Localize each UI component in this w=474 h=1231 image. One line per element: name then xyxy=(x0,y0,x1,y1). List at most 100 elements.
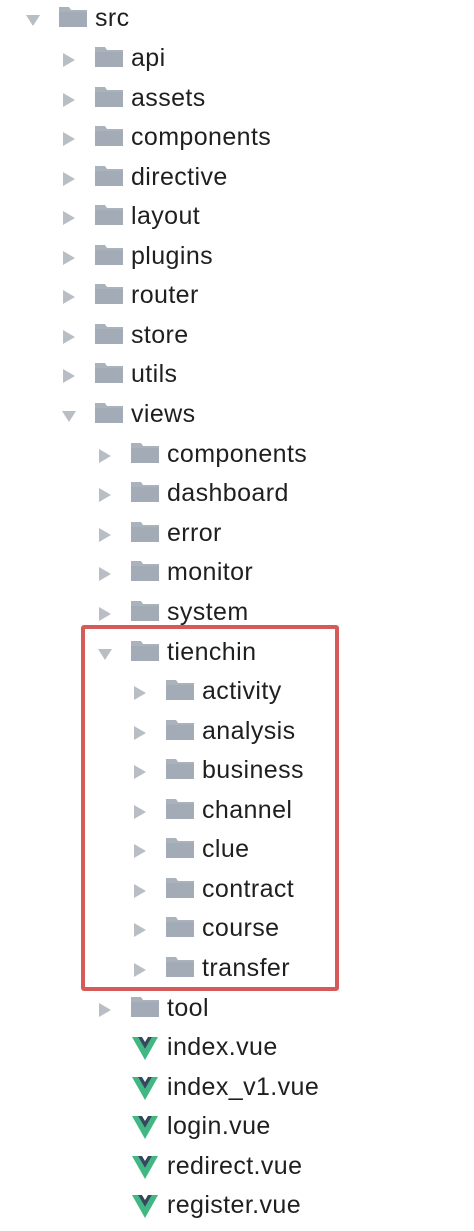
folder-icon xyxy=(94,44,124,68)
tree-item-label: store xyxy=(131,321,189,349)
tree-item-label: business xyxy=(202,756,304,784)
tree-item-dashboard[interactable]: dashboard xyxy=(0,475,474,515)
tree-item-label: tienchin xyxy=(167,638,257,666)
chevron-right-icon[interactable] xyxy=(127,837,153,865)
folder-icon xyxy=(94,281,124,305)
chevron-right-icon[interactable] xyxy=(127,798,153,826)
chevron-right-icon[interactable] xyxy=(127,758,153,786)
vue-file-icon xyxy=(131,1113,159,1141)
folder-icon xyxy=(130,598,160,622)
chevron-right-icon[interactable] xyxy=(56,244,82,272)
chevron-right-icon[interactable] xyxy=(92,442,118,470)
tree-item-label: clue xyxy=(202,835,250,863)
folder-icon xyxy=(130,994,160,1018)
tree-item-label: views xyxy=(131,400,196,428)
folder-icon xyxy=(130,638,160,662)
tree-item-monitor[interactable]: monitor xyxy=(0,554,474,594)
folder-icon xyxy=(130,440,160,464)
tree-item-label: layout xyxy=(131,202,201,230)
chevron-down-icon[interactable] xyxy=(92,640,118,668)
project-file-tree: src api assets components directive layo… xyxy=(0,0,474,1231)
tree-file-redirect-vue[interactable]: redirect.vue xyxy=(0,1148,474,1188)
folder-icon xyxy=(165,796,195,820)
chevron-right-icon[interactable] xyxy=(56,323,82,351)
tree-item-contract[interactable]: contract xyxy=(0,871,474,911)
tree-item-course[interactable]: course xyxy=(0,910,474,950)
tree-item-label: course xyxy=(202,914,280,942)
tree-file-index-vue[interactable]: index.vue xyxy=(0,1029,474,1069)
chevron-right-icon[interactable] xyxy=(127,877,153,905)
chevron-right-icon[interactable] xyxy=(56,283,82,311)
chevron-right-icon[interactable] xyxy=(127,956,153,984)
chevron-right-icon[interactable] xyxy=(56,125,82,153)
chevron-right-icon[interactable] xyxy=(92,560,118,588)
chevron-down-icon[interactable] xyxy=(20,6,46,34)
tree-item-label: monitor xyxy=(167,558,254,586)
tree-item-label: system xyxy=(167,598,249,626)
folder-icon xyxy=(94,360,124,384)
tree-item-tool[interactable]: tool xyxy=(0,990,474,1030)
tree-item-router[interactable]: router xyxy=(0,277,474,317)
tree-item-label: channel xyxy=(202,796,293,824)
chevron-down-icon[interactable] xyxy=(56,402,82,430)
vue-file-icon xyxy=(131,1074,159,1102)
tree-item-plugins[interactable]: plugins xyxy=(0,238,474,278)
folder-icon xyxy=(165,875,195,899)
folder-icon xyxy=(130,558,160,582)
chevron-right-icon[interactable] xyxy=(92,521,118,549)
tree-item-analysis[interactable]: analysis xyxy=(0,713,474,753)
tree-item-store[interactable]: store xyxy=(0,317,474,357)
folder-icon xyxy=(165,914,195,938)
tree-item-label: plugins xyxy=(131,242,214,270)
tree-item-api[interactable]: api xyxy=(0,40,474,80)
vue-file-icon xyxy=(131,1034,159,1062)
tree-item-channel[interactable]: channel xyxy=(0,792,474,832)
tree-item-directive[interactable]: directive xyxy=(0,159,474,199)
tree-item-transfer[interactable]: transfer xyxy=(0,950,474,990)
chevron-right-icon[interactable] xyxy=(127,679,153,707)
tree-item-tienchin[interactable]: tienchin xyxy=(0,634,474,674)
tree-item-label: login.vue xyxy=(167,1112,271,1140)
tree-item-system[interactable]: system xyxy=(0,594,474,634)
chevron-right-icon[interactable] xyxy=(56,46,82,74)
tree-item-label: utils xyxy=(131,360,178,388)
tree-item-utils[interactable]: utils xyxy=(0,356,474,396)
chevron-right-icon[interactable] xyxy=(56,204,82,232)
tree-item-assets[interactable]: assets xyxy=(0,80,474,120)
tree-item-views[interactable]: views xyxy=(0,396,474,436)
tree-item-label: tool xyxy=(167,994,209,1022)
chevron-right-icon[interactable] xyxy=(127,916,153,944)
tree-item-activity[interactable]: activity xyxy=(0,673,474,713)
tree-item-clue[interactable]: clue xyxy=(0,831,474,871)
chevron-right-icon[interactable] xyxy=(56,165,82,193)
tree-item-label: index_v1.vue xyxy=(167,1073,320,1101)
chevron-right-icon[interactable] xyxy=(56,86,82,114)
chevron-right-icon[interactable] xyxy=(56,362,82,390)
tree-file-index-v1-vue[interactable]: index_v1.vue xyxy=(0,1069,474,1109)
tree-item-label: dashboard xyxy=(167,479,289,507)
folder-icon xyxy=(94,163,124,187)
tree-file-login-vue[interactable]: login.vue xyxy=(0,1108,474,1148)
chevron-right-icon[interactable] xyxy=(127,719,153,747)
tree-item-label: directive xyxy=(131,163,228,191)
tree-item-business[interactable]: business xyxy=(0,752,474,792)
tree-item-label: register.vue xyxy=(167,1191,302,1219)
chevron-right-icon[interactable] xyxy=(92,481,118,509)
chevron-right-icon[interactable] xyxy=(92,600,118,628)
tree-item-label: activity xyxy=(202,677,282,705)
tree-file-register-vue[interactable]: register.vue xyxy=(0,1187,474,1227)
folder-icon xyxy=(165,756,195,780)
tree-item-views-components[interactable]: components xyxy=(0,436,474,476)
tree-item-label: analysis xyxy=(202,717,296,745)
folder-icon xyxy=(94,202,124,226)
tree-item-src[interactable]: src xyxy=(0,0,474,40)
folder-icon xyxy=(94,242,124,266)
tree-item-label: contract xyxy=(202,875,295,903)
tree-item-error[interactable]: error xyxy=(0,515,474,555)
tree-item-components[interactable]: components xyxy=(0,119,474,159)
tree-item-label: index.vue xyxy=(167,1033,278,1061)
folder-icon xyxy=(94,321,124,345)
tree-item-layout[interactable]: layout xyxy=(0,198,474,238)
tree-item-label: router xyxy=(131,281,199,309)
chevron-right-icon[interactable] xyxy=(92,996,118,1024)
